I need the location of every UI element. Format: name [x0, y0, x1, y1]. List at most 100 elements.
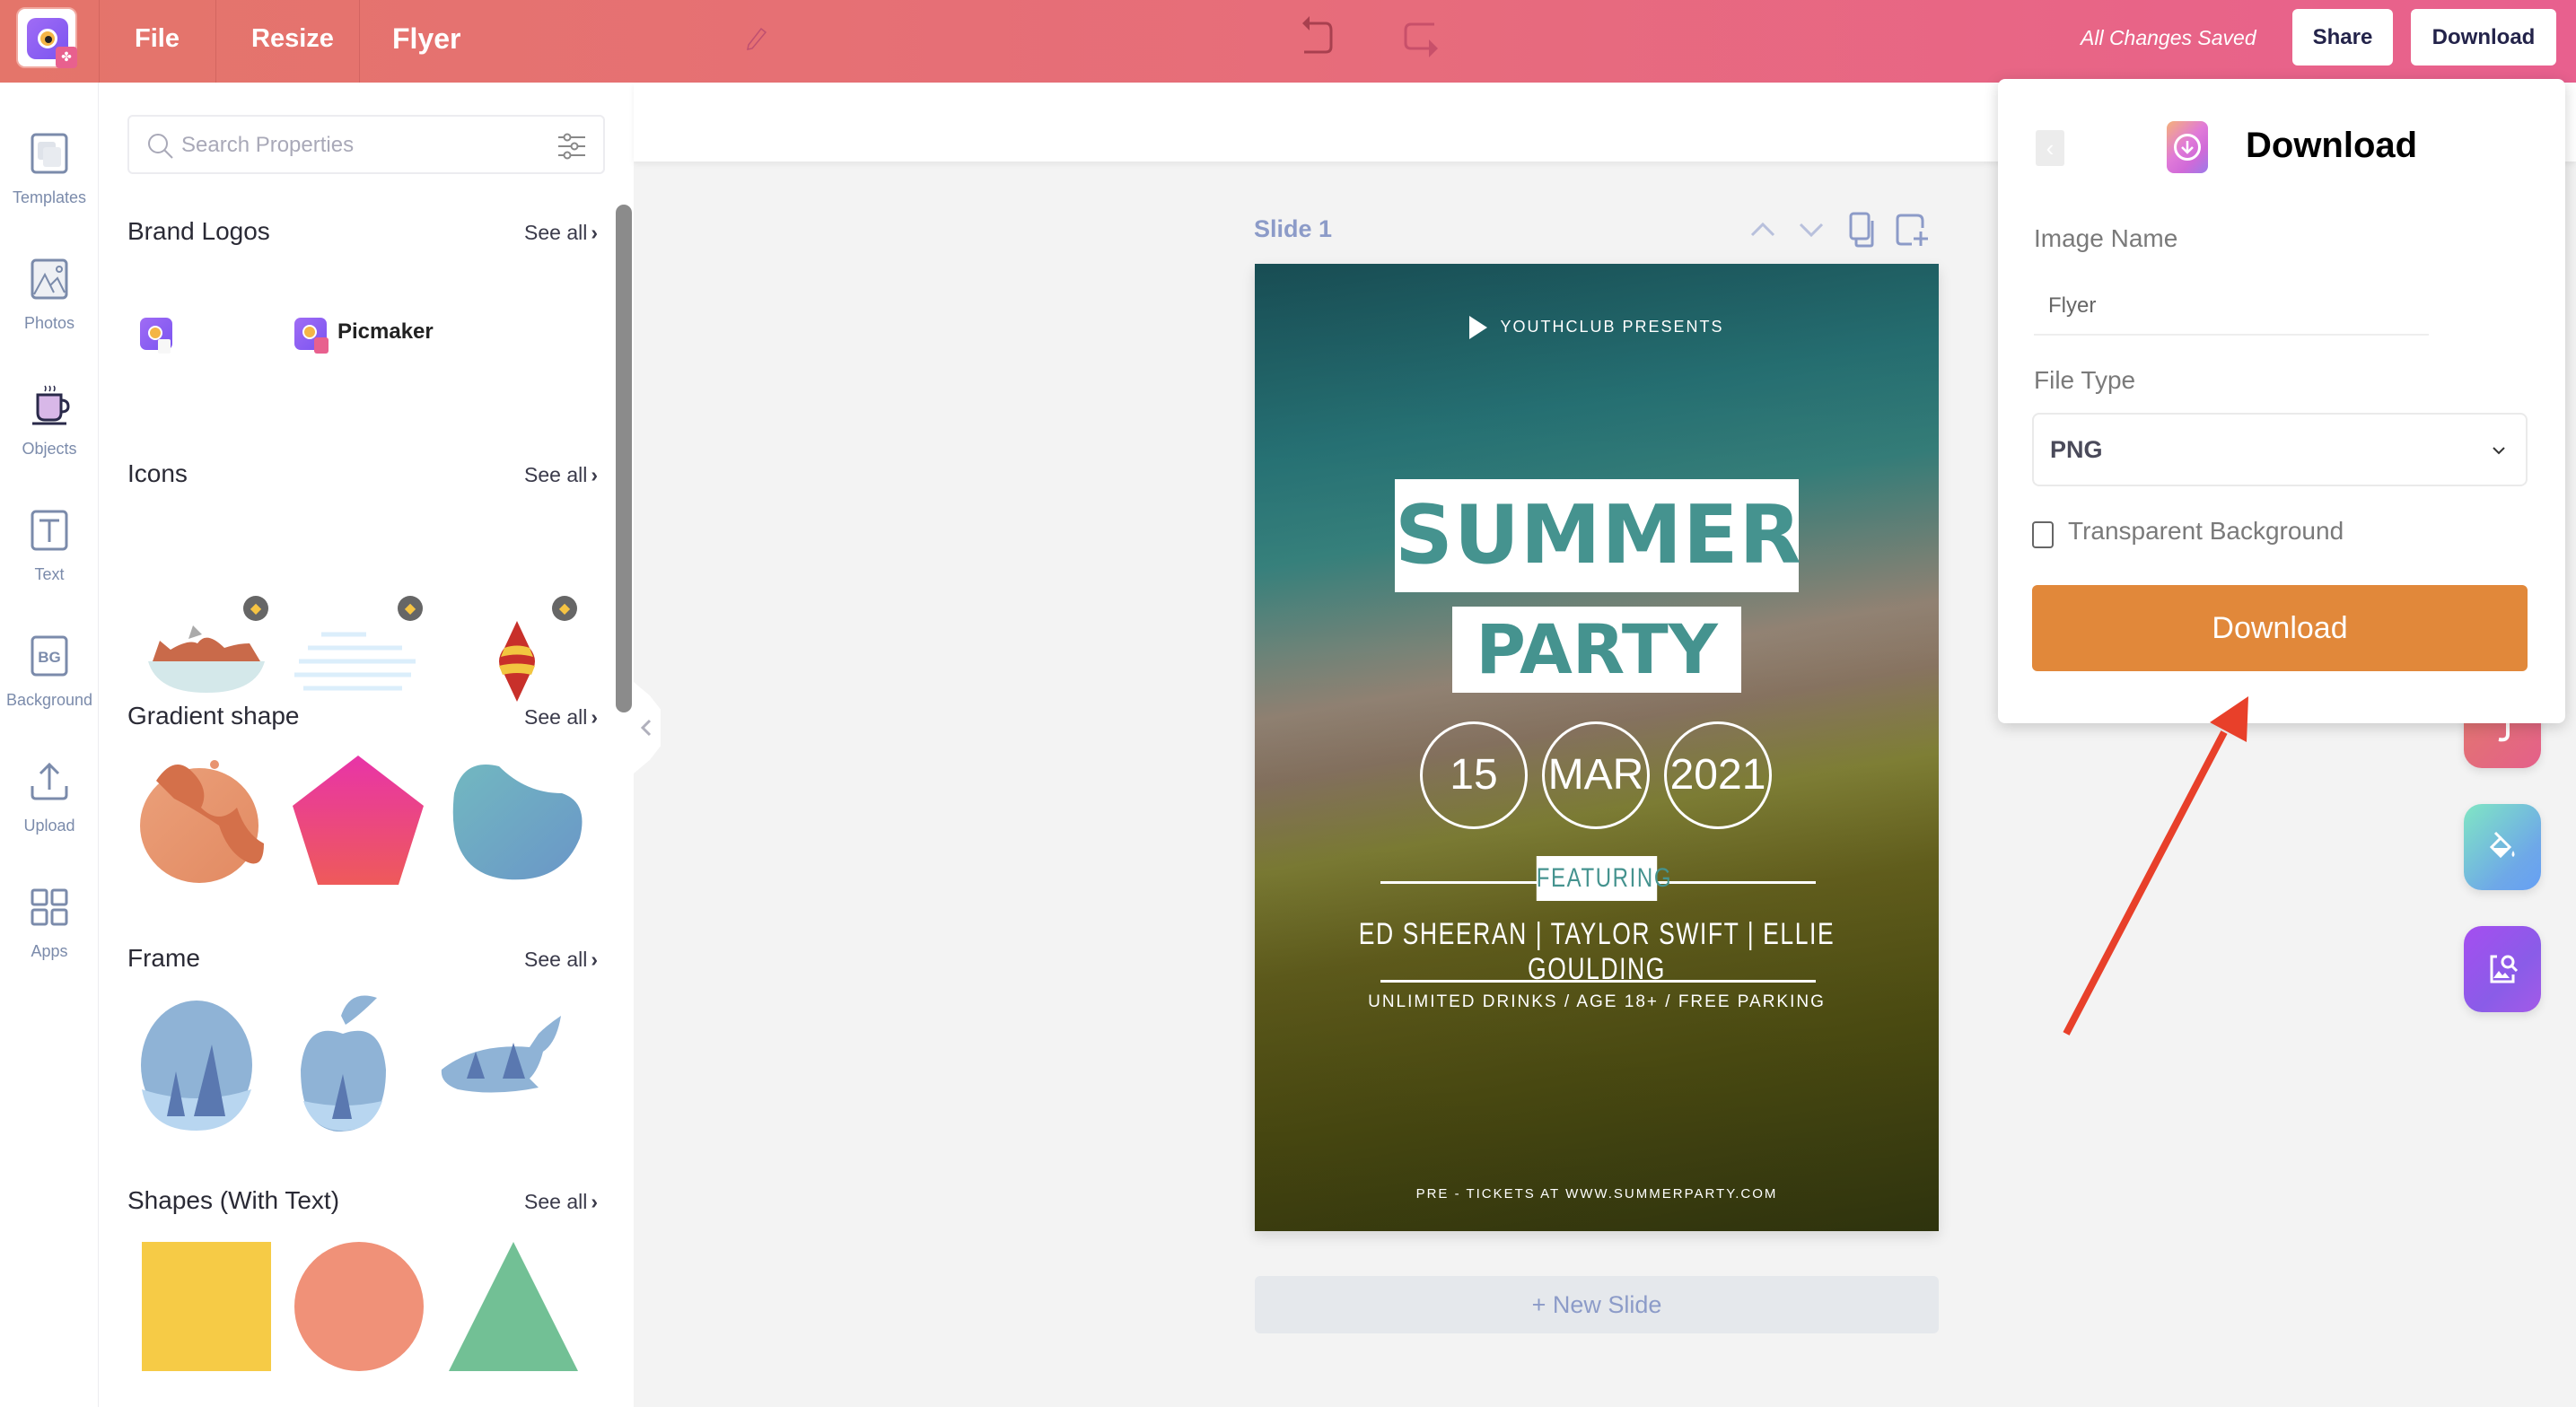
background-icon: BG: [31, 635, 68, 677]
photos-icon: [31, 258, 68, 300]
see-all-label: See all: [524, 463, 588, 486]
see-all-shapes-with-text[interactable]: See all ›: [524, 1190, 598, 1214]
premium-gem-icon: ◆: [243, 596, 268, 621]
flyer-title-summer[interactable]: SUMMER: [1395, 479, 1801, 592]
document-title[interactable]: Flyer: [392, 0, 460, 83]
see-all-gradient-shape[interactable]: See all ›: [524, 705, 598, 730]
picmaker-wordmark: Picmaker: [337, 319, 434, 344]
download-panel: ‹ Download Image Name File Type PNG Tran…: [1998, 79, 2565, 723]
transparent-background-checkbox[interactable]: [2032, 521, 2054, 548]
apps-icon: [31, 888, 68, 926]
app-logo[interactable]: ✤: [16, 7, 77, 68]
flyer-artists[interactable]: ED SHEERAN | TAYLOR SWIFT | ELLIE GOULDI…: [1330, 917, 1863, 987]
rail-label: Upload: [23, 817, 75, 835]
file-type-value: PNG: [2050, 436, 2103, 463]
section-title-icons: Icons: [127, 459, 188, 487]
see-all-label: See all: [524, 1190, 588, 1213]
image-search-icon: [2490, 955, 2519, 983]
see-all-icons[interactable]: See all ›: [524, 463, 598, 487]
apple-forest-frame[interactable]: [296, 989, 390, 1132]
text-icon: [31, 510, 68, 551]
duplicate-slide-icon[interactable]: [1844, 212, 1879, 248]
filter-sliders-icon[interactable]: [556, 131, 587, 162]
orange-blob-shape[interactable]: [138, 754, 273, 885]
image-search-tool-button[interactable]: [2464, 926, 2541, 1012]
rail-label: Apps: [31, 942, 68, 960]
file-type-select[interactable]: PNG: [2032, 413, 2528, 486]
whale-forest-frame[interactable]: [440, 1016, 565, 1097]
back-button[interactable]: ‹: [2036, 130, 2064, 166]
new-slide-button[interactable]: + New Slide: [1255, 1276, 1939, 1333]
move-slide-up-icon[interactable]: [1745, 212, 1781, 248]
panel-scrollbar[interactable]: [616, 205, 632, 712]
left-tool-rail: Templates Photos Objects Text BG Backgro…: [0, 83, 99, 1407]
header-divider: [359, 0, 360, 83]
paint-bucket-tool-button[interactable]: [2464, 804, 2541, 890]
cloud-lines-icon[interactable]: [294, 630, 420, 693]
flyer-info[interactable]: UNLIMITED DRINKS / AGE 18+ / FREE PARKIN…: [1255, 992, 1939, 1012]
file-menu[interactable]: File: [135, 0, 180, 83]
panel-collapse-handle[interactable]: [634, 682, 661, 773]
see-all-frame[interactable]: See all ›: [524, 948, 598, 972]
rail-item-objects[interactable]: Objects: [0, 382, 99, 499]
rail-item-upload[interactable]: Upload: [0, 759, 99, 876]
pink-pentagon-shape[interactable]: [291, 754, 425, 885]
slide-label: Slide 1: [1254, 215, 1333, 242]
roast-meat-icon[interactable]: [144, 621, 269, 693]
rail-label: Objects: [22, 440, 77, 458]
flyer-tickets[interactable]: PRE - TICKETS AT WWW.SUMMERPARTY.COM: [1255, 1186, 1939, 1202]
see-all-label: See all: [524, 221, 588, 244]
rail-item-text[interactable]: Text: [0, 508, 99, 625]
undo-icon[interactable]: [1297, 13, 1342, 57]
flyer-presents[interactable]: YOUTHCLUB PRESENTS: [1255, 316, 1939, 339]
see-all-label: See all: [524, 948, 588, 971]
top-header: ✤ File Resize Flyer All Changes Saved Sh…: [0, 0, 2576, 83]
redo-icon[interactable]: [1398, 20, 1443, 65]
flyer-divider: [1380, 980, 1816, 983]
brand-logo-icon-item[interactable]: [140, 318, 174, 355]
search-input[interactable]: [181, 126, 540, 165]
brand-logo-picmaker-item[interactable]: Picmaker: [291, 309, 434, 354]
download-circle-icon: [2167, 121, 2208, 173]
share-button[interactable]: Share: [2292, 9, 2393, 66]
flyer-date-month[interactable]: MAR: [1542, 721, 1650, 829]
chevron-left-icon: [640, 719, 652, 737]
premium-gem-icon: ◆: [398, 596, 423, 621]
rail-label: Photos: [23, 314, 75, 332]
image-name-input[interactable]: [2034, 278, 2429, 336]
paint-bucket-icon: [2489, 831, 2515, 859]
rail-item-background[interactable]: BG Background: [0, 634, 99, 750]
rail-label: Text: [34, 565, 65, 583]
rail-item-apps[interactable]: Apps: [0, 885, 99, 1001]
ornament-icon[interactable]: [490, 612, 544, 711]
flyer-date-year[interactable]: 2021: [1664, 721, 1772, 829]
resize-menu[interactable]: Resize: [251, 0, 334, 83]
flyer-date-day[interactable]: 15: [1420, 721, 1528, 829]
flyer-presents-text: YOUTHCLUB PRESENTS: [1500, 317, 1724, 336]
section-title-brand-logos: Brand Logos: [127, 217, 270, 245]
see-all-brand-logos[interactable]: See all ›: [524, 221, 598, 245]
transparent-background-label[interactable]: Transparent Background: [2068, 517, 2344, 546]
upload-icon: [31, 762, 68, 800]
green-triangle-shape[interactable]: [449, 1242, 578, 1371]
rail-label: Background: [5, 691, 93, 709]
rail-item-templates[interactable]: Templates: [0, 131, 99, 248]
pencil-icon[interactable]: [743, 25, 770, 52]
blue-blob-shape[interactable]: [445, 757, 585, 883]
add-slide-icon[interactable]: [1894, 212, 1930, 248]
header-download-button[interactable]: Download: [2411, 9, 2556, 66]
circle-forest-frame[interactable]: [140, 1000, 253, 1131]
flyer-slide[interactable]: YOUTHCLUB PRESENTS SUMMER PARTY 15 MAR 2…: [1255, 264, 1939, 1231]
section-title-shapes-with-text: Shapes (With Text): [127, 1186, 340, 1214]
logo-badge-icon: ✤: [56, 47, 77, 68]
flyer-featuring[interactable]: FEATURING: [1536, 856, 1670, 901]
see-all-label: See all: [524, 705, 588, 729]
move-slide-down-icon[interactable]: [1793, 212, 1829, 248]
flyer-title-party[interactable]: PARTY: [1452, 607, 1741, 693]
rail-item-photos[interactable]: Photos: [0, 257, 99, 373]
rail-label: Templates: [12, 188, 87, 206]
yellow-square-shape[interactable]: [142, 1242, 271, 1371]
salmon-circle-shape[interactable]: [294, 1242, 424, 1371]
download-button[interactable]: Download: [2032, 585, 2528, 671]
premium-gem-icon: ◆: [552, 596, 577, 621]
